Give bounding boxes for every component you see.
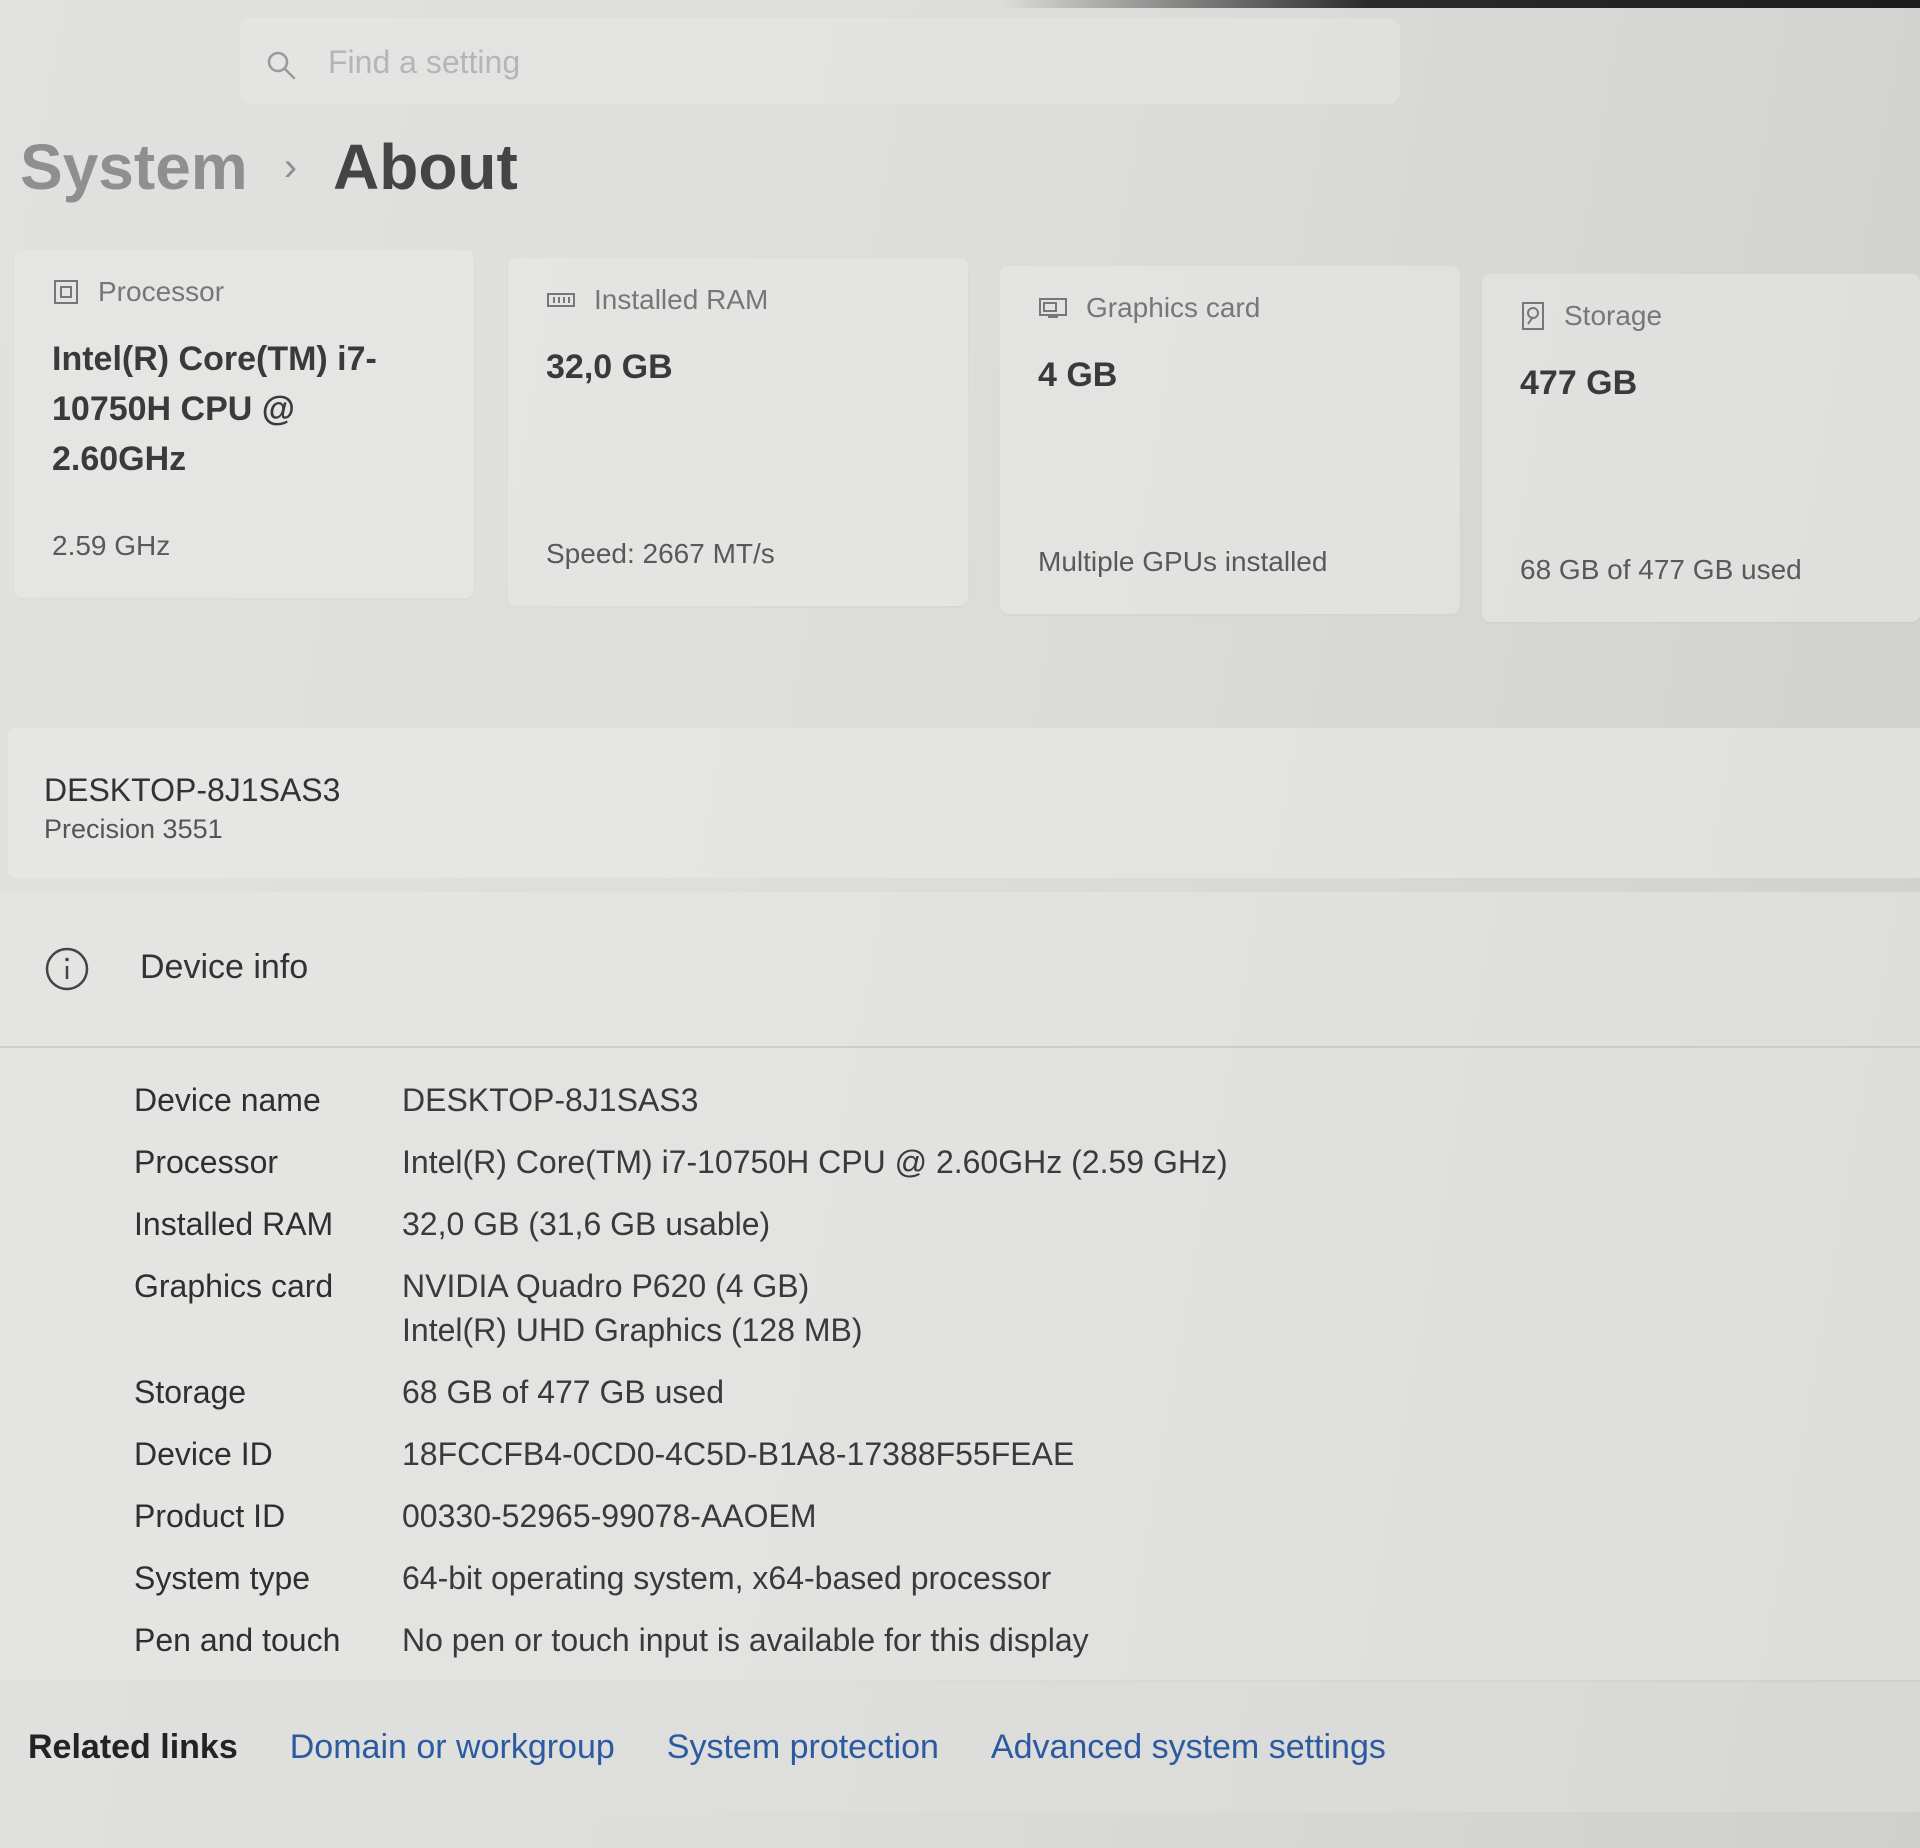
link-system-protection[interactable]: System protection (667, 1728, 939, 1767)
search-box[interactable] (240, 18, 1400, 104)
related-links-label: Related links (28, 1727, 238, 1766)
spec-key: Product ID (134, 1498, 286, 1534)
graphics-card-icon (1039, 298, 1067, 318)
processor-card-value: Intel(R) Core(TM) i7-10750H CPU @ 2.60GH… (52, 340, 377, 478)
link-advanced-system-settings[interactable]: Advanced system settings (991, 1728, 1386, 1767)
spec-row-storage: Storage 68 GB of 477 GB used (134, 1370, 1834, 1414)
ram-icon (547, 293, 575, 307)
breadcrumb: System › About (20, 122, 518, 212)
spec-key: Device name (134, 1082, 321, 1118)
spec-value-secondary: Intel(R) UHD Graphics (128 MB) (402, 1312, 863, 1348)
storage-card-header: Storage (1520, 300, 1662, 332)
spec-key: Device ID (134, 1436, 273, 1472)
graphics-card-header: Graphics card (1038, 292, 1260, 324)
storage-card[interactable]: Storage 477 GB 68 GB of 477 GB used (1482, 274, 1920, 622)
device-spec-list: Device name DESKTOP-8J1SAS3 Processor In… (134, 1078, 1834, 1680)
spec-value: 00330-52965-99078-AAOEM (402, 1498, 817, 1534)
page-title: About (333, 131, 518, 203)
search-icon (267, 51, 296, 80)
ram-card-header: Installed RAM (546, 284, 768, 316)
ram-card-label: Installed RAM (594, 284, 769, 315)
spec-value: Intel(R) Core(TM) i7-10750H CPU @ 2.60GH… (402, 1144, 1228, 1180)
ram-card-sub: Speed: 2667 MT/s (546, 538, 775, 569)
spec-value: DESKTOP-8J1SAS3 (402, 1082, 699, 1118)
spec-row-product-id: Product ID 00330-52965-99078-AAOEM (134, 1494, 1834, 1538)
spec-value: 68 GB of 477 GB used (402, 1374, 724, 1410)
spec-value: 32,0 GB (31,6 GB usable) (402, 1206, 771, 1242)
spec-key: Installed RAM (134, 1206, 334, 1242)
storage-card-sub: 68 GB of 477 GB used (1520, 554, 1802, 585)
spec-row-processor: Processor Intel(R) Core(TM) i7-10750H CP… (134, 1140, 1834, 1184)
device-name: DESKTOP-8J1SAS3 (44, 772, 341, 808)
device-info-title: Device info (140, 948, 309, 986)
device-info-header[interactable]: Device info (0, 892, 1920, 1048)
spec-key: Pen and touch (134, 1622, 341, 1658)
link-domain-or-workgroup[interactable]: Domain or workgroup (290, 1728, 615, 1767)
spec-value: 64-bit operating system, x64-based proce… (402, 1560, 1052, 1596)
ram-card-value: 32,0 GB (546, 348, 673, 386)
search-input[interactable] (326, 38, 1230, 86)
spec-key: Graphics card (134, 1268, 334, 1304)
processor-card-label: Processor (98, 276, 225, 307)
device-info-panel: Device info Device name DESKTOP-8J1SAS3 … (0, 892, 1920, 1680)
storage-card-value: 477 GB (1520, 364, 1638, 402)
spec-value: 18FCCFB4-0CD0-4C5D-B1A8-17388F55FEAE (402, 1436, 1075, 1472)
breadcrumb-chevron-icon: › (283, 144, 298, 189)
spec-row-installed-ram: Installed RAM 32,0 GB (31,6 GB usable) (134, 1202, 1834, 1246)
graphics-card-card[interactable]: Graphics card 4 GB Multiple GPUs install… (1000, 266, 1460, 614)
spec-value: NVIDIA Quadro P620 (4 GB) (402, 1268, 810, 1304)
spec-key: Processor (134, 1144, 279, 1180)
breadcrumb-system[interactable]: System (20, 130, 248, 204)
info-icon (45, 947, 89, 991)
storage-icon (1522, 302, 1544, 330)
device-summary: DESKTOP-8J1SAS3 Precision 3551 (8, 728, 1920, 878)
spec-key: Storage (134, 1374, 247, 1410)
graphics-card-sub: Multiple GPUs installed (1038, 546, 1328, 577)
spec-row-device-name: Device name DESKTOP-8J1SAS3 (134, 1078, 1834, 1122)
processor-card-header: Processor (52, 276, 224, 308)
device-model: Precision 3551 (44, 814, 223, 844)
ram-card[interactable]: Installed RAM 32,0 GB Speed: 2667 MT/s (508, 258, 968, 606)
graphics-card-label: Graphics card (1086, 292, 1261, 323)
screen-top-edge (1000, 0, 1920, 8)
spec-row-pen-and-touch: Pen and touch No pen or touch input is a… (134, 1618, 1834, 1662)
processor-card-sub: 2.59 GHz (52, 530, 171, 561)
storage-card-label: Storage (1564, 300, 1663, 331)
graphics-card-value: 4 GB (1038, 356, 1118, 394)
spec-value: No pen or touch input is available for t… (402, 1622, 1089, 1658)
spec-row-device-id: Device ID 18FCCFB4-0CD0-4C5D-B1A8-17388F… (134, 1432, 1834, 1476)
processor-card[interactable]: Processor Intel(R) Core(TM) i7-10750H CP… (14, 250, 474, 598)
processor-icon (54, 280, 78, 304)
spec-row-graphics-card: Graphics card NVIDIA Quadro P620 (4 GB) … (134, 1264, 1834, 1352)
spec-value-group: NVIDIA Quadro P620 (4 GB) Intel(R) UHD G… (402, 1264, 863, 1352)
related-links-bar: Related links Domain or workgroup System… (0, 1682, 1920, 1812)
spec-key: System type (134, 1560, 311, 1596)
spec-row-system-type: System type 64-bit operating system, x64… (134, 1556, 1834, 1600)
